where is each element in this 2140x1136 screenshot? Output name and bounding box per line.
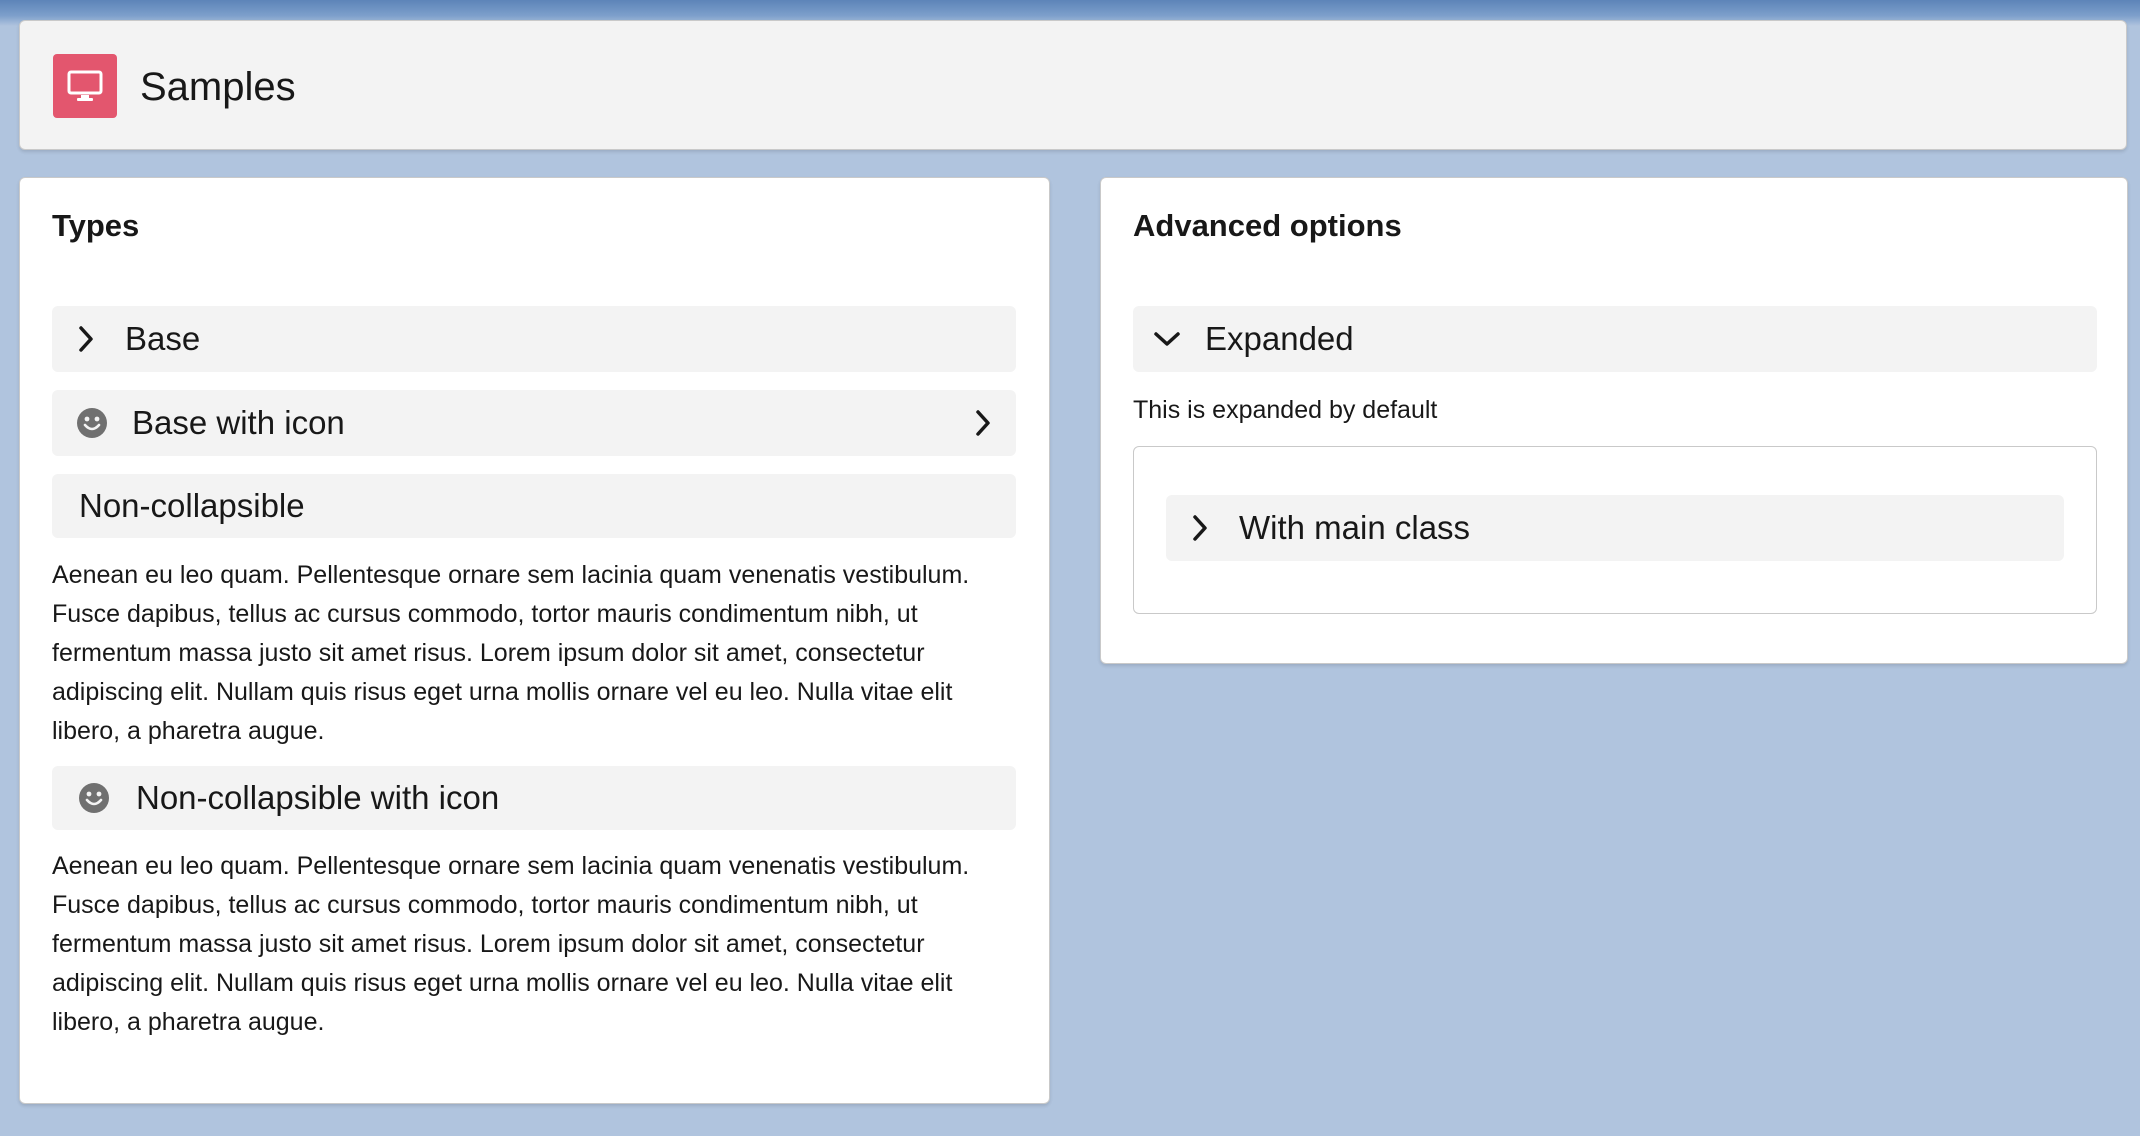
section-non-collapsible-with-icon-title: Non-collapsible with icon xyxy=(136,779,500,816)
section-non-collapsible-title: Non-collapsible xyxy=(79,487,305,524)
types-card-title: Types xyxy=(52,208,140,243)
section-expanded-title: Expanded xyxy=(1205,320,1354,357)
section-non-collapsible-with-icon-content: Aenean eu leo quam. Pellentesque ornare … xyxy=(52,852,970,1036)
section-base-with-icon-title: Base with icon xyxy=(132,404,345,441)
section-non-collapsible-content: Aenean eu leo quam. Pellentesque ornare … xyxy=(52,561,970,745)
page-title: Samples xyxy=(140,65,296,109)
chevron-down-icon xyxy=(1154,332,1180,346)
smiley-icon xyxy=(79,783,109,813)
section-base[interactable]: Base xyxy=(52,306,1016,372)
nested-accordion-container: With main class xyxy=(1133,446,2097,614)
section-non-collapsible-with-icon: Non-collapsible with icon xyxy=(52,766,1016,830)
page-header: Samples xyxy=(19,20,2127,150)
section-expanded-content: This is expanded by default xyxy=(1133,396,1438,424)
section-non-collapsible: Non-collapsible xyxy=(52,474,1016,538)
section-base-title: Base xyxy=(125,320,201,357)
section-with-main-class[interactable]: With main class xyxy=(1166,495,2064,561)
section-with-main-class-title: With main class xyxy=(1239,509,1471,546)
desktop-icon xyxy=(53,54,117,118)
advanced-options-card: Advanced options Expanded This is expand… xyxy=(1100,177,2128,664)
chevron-right-icon[interactable] xyxy=(974,409,992,437)
section-base-with-icon[interactable]: Base with icon xyxy=(52,390,1016,456)
section-expanded[interactable]: Expanded xyxy=(1133,306,2097,372)
types-card: Types Base Base with icon Non-collapsibl… xyxy=(19,177,1050,1104)
chevron-right-icon xyxy=(79,326,93,352)
advanced-options-card-title: Advanced options xyxy=(1133,208,1402,243)
smiley-icon xyxy=(77,408,107,438)
chevron-right-icon xyxy=(1193,515,1207,541)
